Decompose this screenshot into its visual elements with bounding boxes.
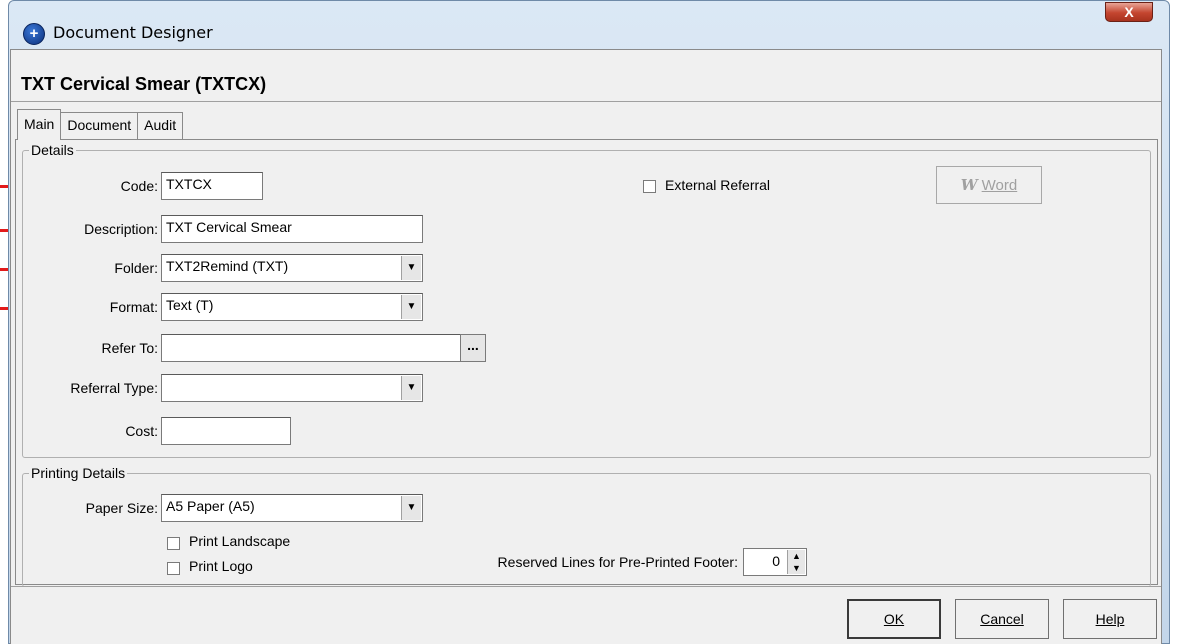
help-button[interactable]: Help — [1063, 599, 1157, 639]
refer-to-browse-button[interactable]: ... — [460, 334, 486, 362]
print-logo-checkbox[interactable] — [167, 562, 180, 575]
referral-type-select[interactable]: ▼ — [161, 374, 423, 402]
cost-label: Cost: — [125, 423, 158, 439]
print-landscape-checkbox[interactable] — [167, 537, 180, 550]
title-bar[interactable]: + Document Designer X — [9, 1, 1169, 45]
print-logo-label: Print Logo — [189, 558, 253, 574]
cancel-button[interactable]: Cancel — [955, 599, 1049, 639]
details-group-label: Details — [29, 142, 76, 158]
reserved-lines-label: Reserved Lines for Pre-Printed Footer: — [497, 554, 738, 570]
help-button-label: Help — [1095, 611, 1125, 627]
code-field[interactable]: TXTCX — [161, 172, 263, 200]
refer-to-field[interactable] — [161, 334, 461, 362]
ok-button-label: OK — [883, 611, 905, 627]
cost-field[interactable] — [161, 417, 291, 445]
app-icon: + — [23, 23, 45, 45]
close-icon: X — [1124, 4, 1134, 20]
tab-panel-main: Details Code: TXTCX Description: TXT Cer… — [15, 139, 1158, 587]
document-designer-window: + Document Designer X TXT Cervical Smear… — [8, 0, 1170, 644]
chevron-down-icon[interactable]: ▼ — [401, 496, 421, 520]
document-header: TXT Cervical Smear (TXTCX) — [11, 50, 1161, 102]
print-landscape-label: Print Landscape — [189, 533, 291, 549]
tab-main[interactable]: Main — [17, 109, 62, 140]
description-field[interactable]: TXT Cervical Smear — [161, 215, 423, 243]
word-button[interactable]: W Word — [936, 166, 1042, 204]
reserved-lines-spinner[interactable]: 0 ▲ ▼ — [743, 548, 807, 576]
code-label: Code: — [120, 178, 158, 194]
external-referral-checkbox[interactable] — [643, 180, 656, 193]
word-button-label: Word — [981, 177, 1018, 194]
paper-size-label: Paper Size: — [85, 500, 158, 516]
paper-size-select[interactable]: A5 Paper (A5) ▼ — [161, 494, 423, 522]
external-referral-label: External Referral — [665, 177, 771, 193]
word-icon: W — [960, 176, 978, 194]
refer-to-label: Refer To: — [101, 340, 158, 356]
printing-details-group-label: Printing Details — [29, 465, 128, 481]
printing-details-group: Printing Details Paper Size: A5 Paper (A… — [22, 465, 1151, 587]
reserved-lines-value: 0 — [772, 553, 780, 569]
tab-strip: Main Document Audit — [17, 109, 184, 140]
format-select[interactable]: Text (T) ▼ — [161, 293, 423, 321]
dialog-client: TXT Cervical Smear (TXTCX) Main Document… — [10, 49, 1162, 644]
format-label: Format: — [109, 299, 158, 315]
close-button[interactable]: X — [1105, 2, 1153, 22]
details-group: Details Code: TXTCX Description: TXT Cer… — [22, 142, 1151, 458]
referral-type-label: Referral Type: — [70, 380, 158, 396]
chevron-down-icon[interactable]: ▼ — [401, 256, 421, 280]
button-bar: OK Cancel Help — [11, 586, 1161, 644]
chevron-down-icon[interactable]: ▼ — [401, 376, 421, 400]
folder-label: Folder: — [114, 260, 158, 276]
description-label: Description: — [84, 221, 158, 237]
paper-size-select-value: A5 Paper (A5) — [166, 498, 255, 514]
tab-document[interactable]: Document — [60, 112, 139, 140]
ok-button[interactable]: OK — [847, 599, 941, 639]
document-title: TXT Cervical Smear (TXTCX) — [21, 74, 267, 94]
folder-select[interactable]: TXT2Remind (TXT) ▼ — [161, 254, 423, 282]
chevron-down-icon[interactable]: ▼ — [401, 295, 421, 319]
folder-select-value: TXT2Remind (TXT) — [166, 258, 289, 274]
spin-updown-icon[interactable]: ▲ ▼ — [787, 550, 805, 574]
cancel-button-label: Cancel — [980, 611, 1024, 627]
tab-audit[interactable]: Audit — [137, 112, 184, 140]
window-title: Document Designer — [53, 23, 213, 42]
format-select-value: Text (T) — [166, 297, 214, 313]
